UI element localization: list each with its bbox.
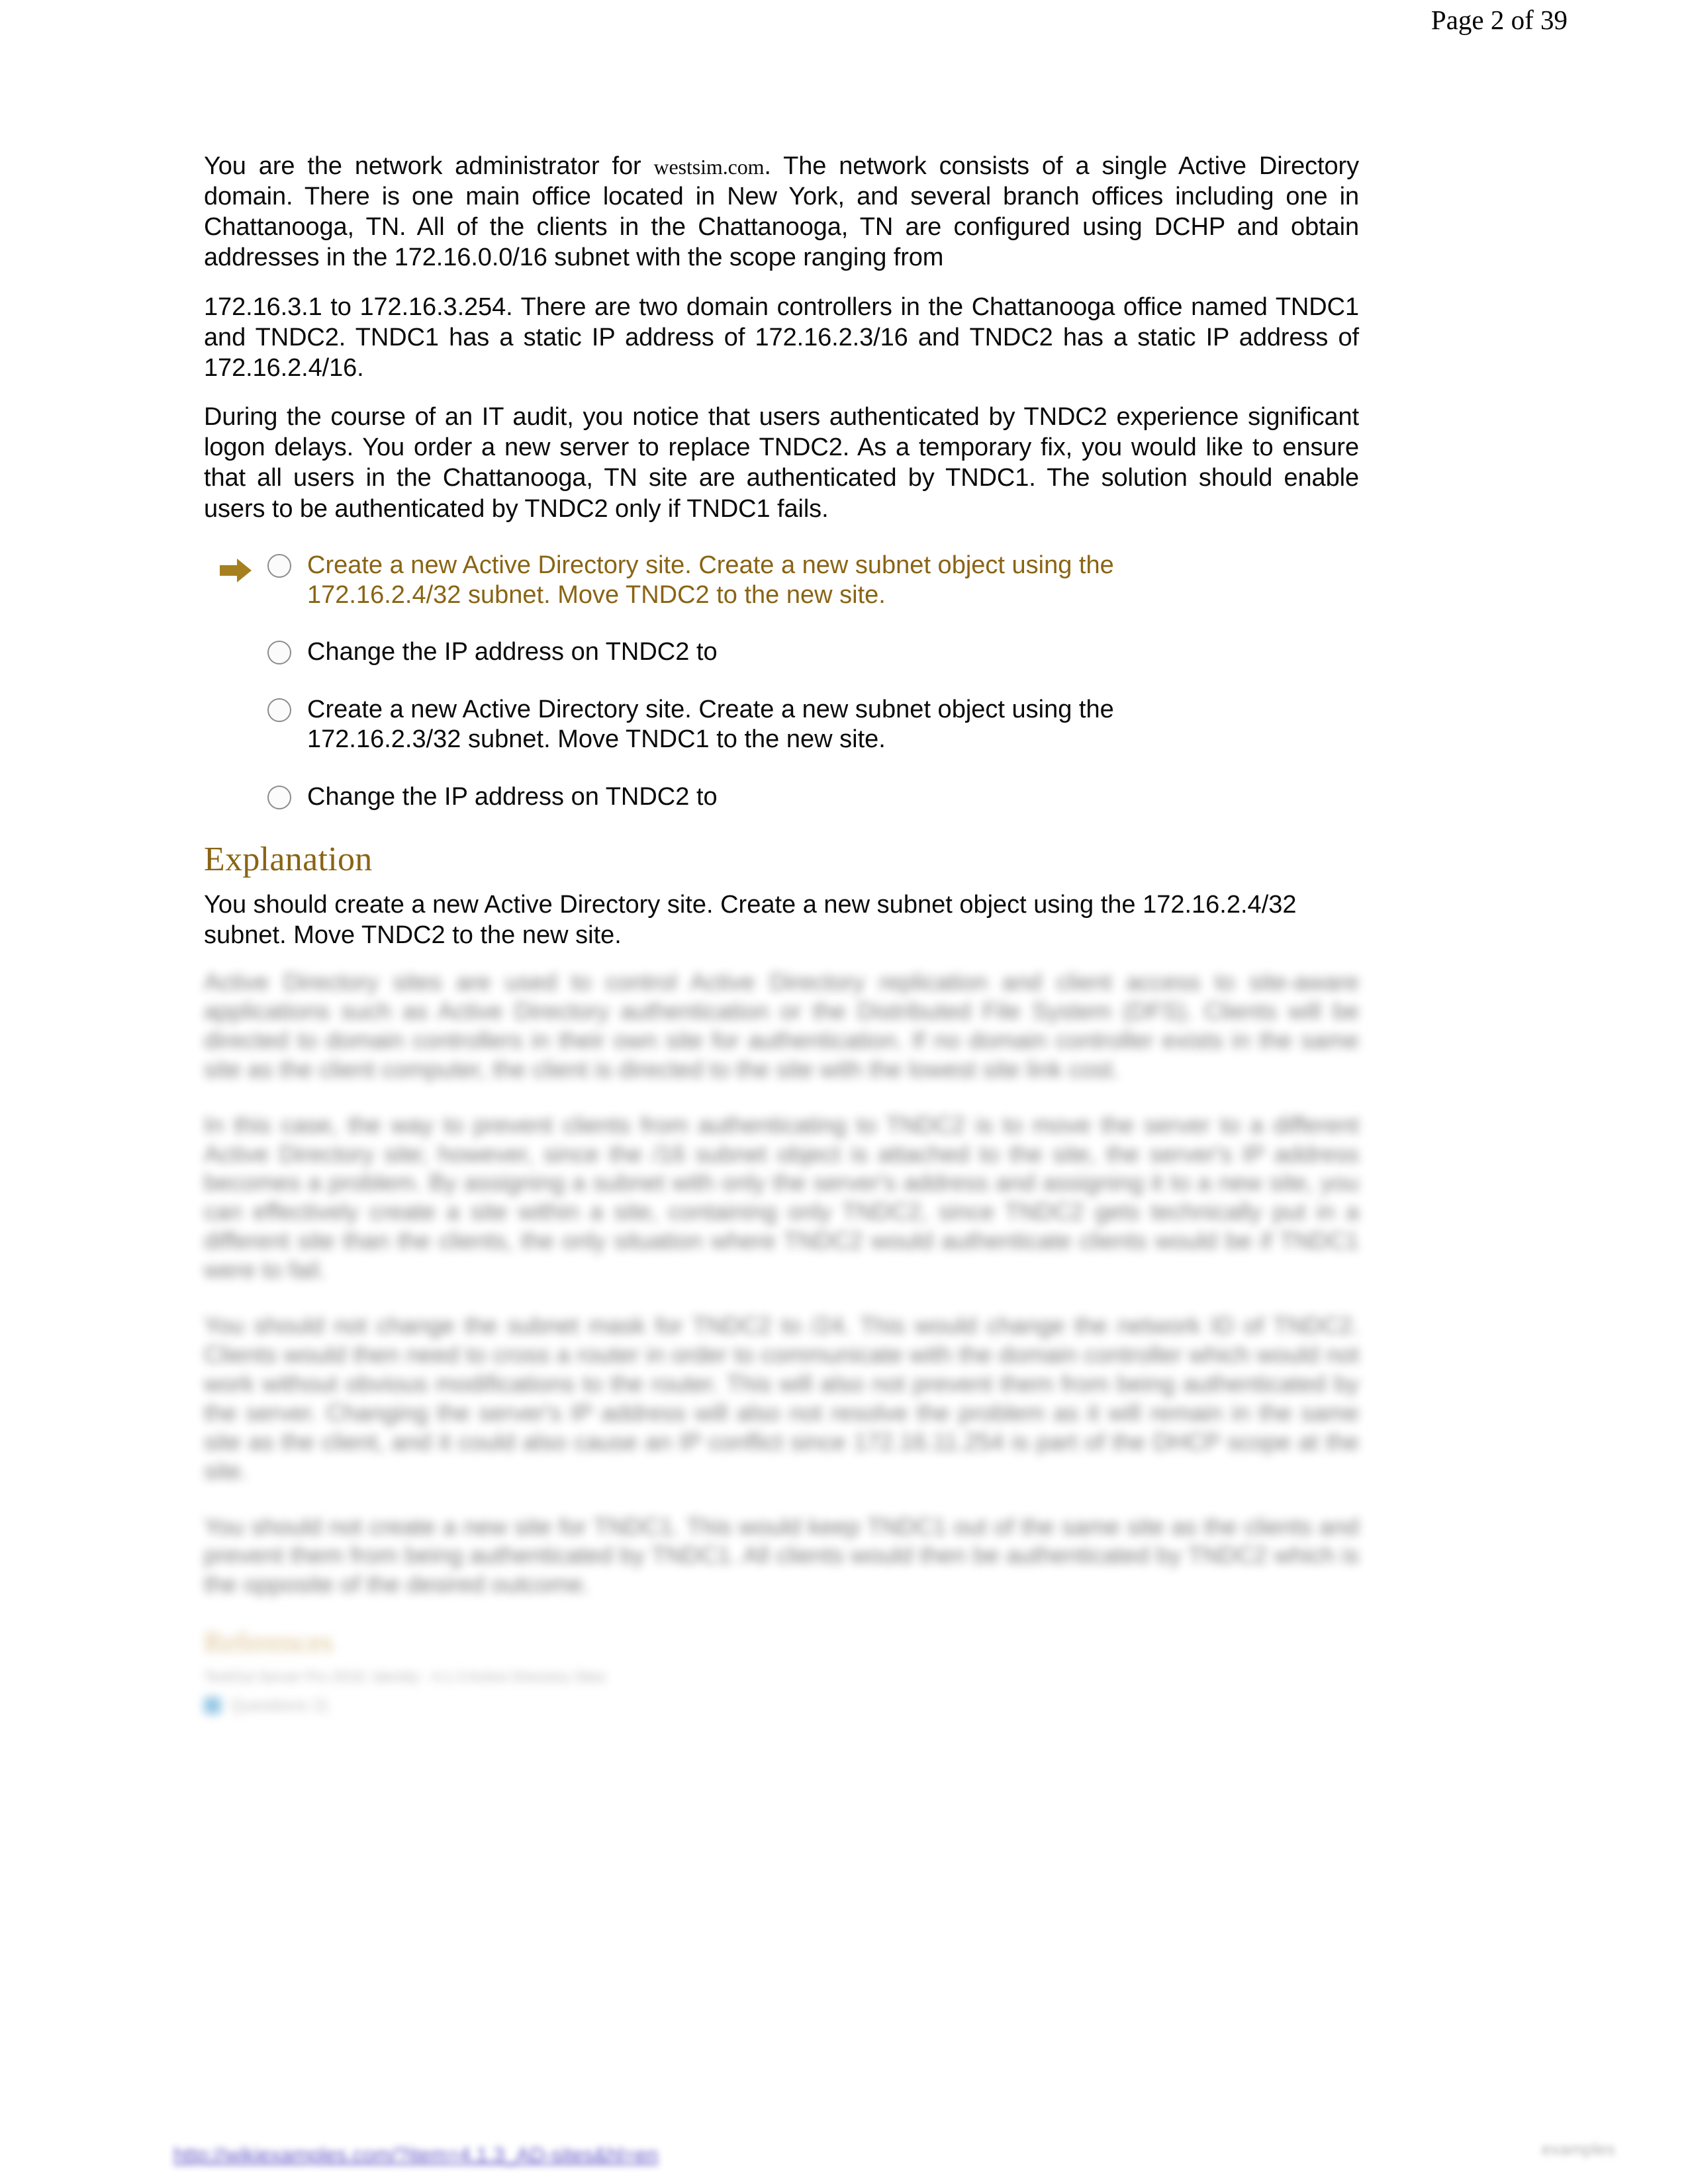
footer-right-text: examples xyxy=(1541,2139,1615,2159)
obscured-paragraph-1: Active Directory sites are used to contr… xyxy=(204,968,1359,1083)
reference-list-item: Questions 2) xyxy=(204,1695,1359,1715)
obscured-paragraph-4: You should not create a new site for TND… xyxy=(204,1512,1359,1598)
domain-name: westsim.com xyxy=(653,155,765,179)
reference-citation: TestOut Server Pro 2016: Identity - 4.1.… xyxy=(204,1668,606,1686)
scenario-paragraph-1: You are the network administrator for we… xyxy=(204,151,1359,273)
answer-radio-3[interactable] xyxy=(267,698,291,723)
obscured-paragraph-2: In this case, the way to prevent clients… xyxy=(204,1111,1359,1284)
explanation-heading: Explanation xyxy=(204,840,373,878)
answer-options-list: Create a new Active Directory site. Crea… xyxy=(204,551,1359,812)
answer-option-label-4: Change the IP address on TNDC2 to xyxy=(307,782,718,811)
arrow-right-icon xyxy=(218,557,253,584)
answer-option-3[interactable]: Create a new Active Directory site. Crea… xyxy=(204,695,1359,754)
footer-source-link[interactable]: http://wikiexamples.com/?item=4.1.3_AD-s… xyxy=(173,2143,658,2167)
answer-option-1[interactable]: Create a new Active Directory site. Crea… xyxy=(204,551,1359,610)
answer-radio-2[interactable] xyxy=(267,641,291,665)
explanation-summary: You should create a new Active Directory… xyxy=(204,890,1297,949)
reference-badge-icon xyxy=(204,1696,221,1714)
answer-option-label-2: Change the IP address on TNDC2 to xyxy=(307,638,718,666)
answer-option-label-3: Create a new Active Directory site. Crea… xyxy=(307,696,1114,754)
obscured-explanation-body: Active Directory sites are used to contr… xyxy=(204,968,1359,1715)
answer-radio-4[interactable] xyxy=(267,785,291,809)
obscured-paragraph-3: You should not change the subnet mask fo… xyxy=(204,1312,1359,1484)
scenario-paragraph-1-continued: 172.16.3.1 to 172.16.3.254. There are tw… xyxy=(204,293,1359,382)
references-heading: References xyxy=(204,1626,334,1659)
document-content: You are the network administrator for we… xyxy=(204,151,1359,1715)
answer-option-label-1: Create a new Active Directory site. Crea… xyxy=(307,551,1114,609)
answer-option-4[interactable]: Change the IP address on TNDC2 to xyxy=(204,782,1359,812)
answer-radio-1[interactable] xyxy=(267,553,291,578)
page-number-indicator: Page 2 of 39 xyxy=(1430,5,1568,35)
scenario-paragraph-2: During the course of an IT audit, you no… xyxy=(204,403,1359,523)
answer-option-2[interactable]: Change the IP address on TNDC2 to xyxy=(204,637,1359,667)
reference-item-label: Questions 2) xyxy=(230,1695,328,1715)
scenario-text-lead: You are the network administrator for xyxy=(204,152,654,180)
page-header: Page 2 of 39 xyxy=(0,0,1688,60)
